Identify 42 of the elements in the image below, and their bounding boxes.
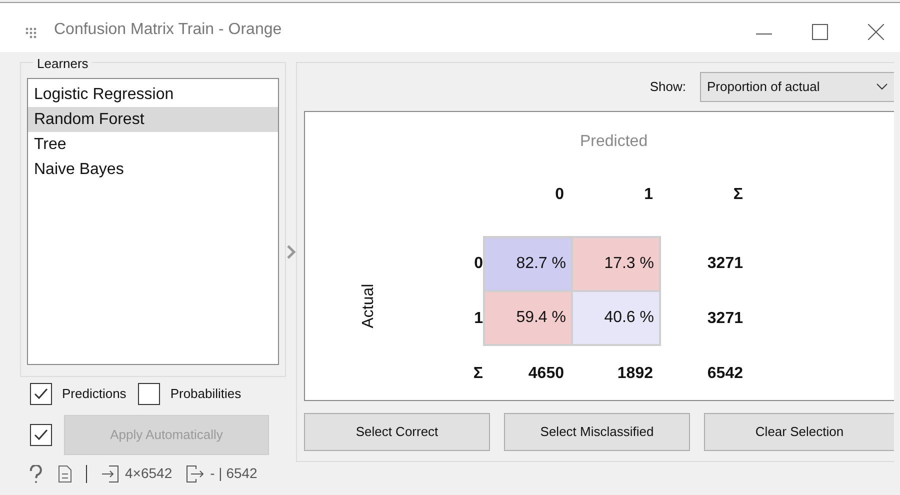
chevron-down-icon	[876, 83, 888, 91]
column-total: 4650	[528, 364, 564, 384]
matrix-cell[interactable]: 82.7 %	[485, 238, 571, 290]
learner-item[interactable]: Logistic Regression	[28, 82, 278, 107]
window-title: Confusion Matrix Train - Orange	[54, 20, 282, 40]
report-icon[interactable]	[58, 464, 72, 482]
learner-item[interactable]: Naive Bayes	[28, 157, 278, 182]
action-button[interactable]: Select Correct	[304, 413, 490, 451]
input-summary: 4×6542	[125, 464, 172, 483]
actual-label: Actual	[359, 284, 378, 328]
row-total: 3271	[707, 254, 743, 274]
checkbox[interactable]	[30, 383, 52, 405]
output-summary: - | 6542	[210, 464, 258, 483]
maximize-icon[interactable]	[812, 24, 828, 40]
action-button[interactable]: Select Misclassified	[504, 413, 690, 451]
show-dropdown[interactable]: Proportion of actual	[700, 72, 894, 102]
column-header: 0	[555, 185, 564, 205]
totals-header: Σ	[473, 364, 483, 384]
column-header: Σ	[733, 185, 743, 205]
row-header: 0	[474, 254, 483, 274]
predicted-label: Predicted	[580, 132, 648, 152]
column-total: 6542	[707, 364, 743, 384]
matrix-cell[interactable]: 17.3 %	[573, 238, 659, 290]
row-total: 3271	[707, 308, 743, 328]
help-icon[interactable]	[28, 464, 44, 482]
checkmark-icon	[34, 429, 48, 441]
action-button[interactable]: Clear Selection	[704, 413, 894, 451]
checkbox[interactable]	[138, 383, 160, 405]
learner-item[interactable]: Random Forest	[28, 107, 278, 132]
row-header: 1	[474, 308, 483, 328]
checkbox-label: Predictions	[62, 385, 126, 404]
matrix-cell[interactable]: 40.6 %	[573, 292, 659, 344]
column-total: 1892	[617, 364, 653, 384]
checkmark-icon	[34, 388, 48, 400]
matrix-cell[interactable]: 59.4 %	[485, 292, 571, 344]
close-icon[interactable]	[868, 24, 884, 40]
checkbox-label: Probabilities	[170, 385, 242, 404]
learner-item[interactable]: Tree	[28, 132, 278, 157]
output-icon	[186, 464, 204, 482]
column-header: 1	[644, 185, 653, 205]
input-icon	[101, 464, 119, 482]
show-label: Show:	[650, 78, 686, 96]
